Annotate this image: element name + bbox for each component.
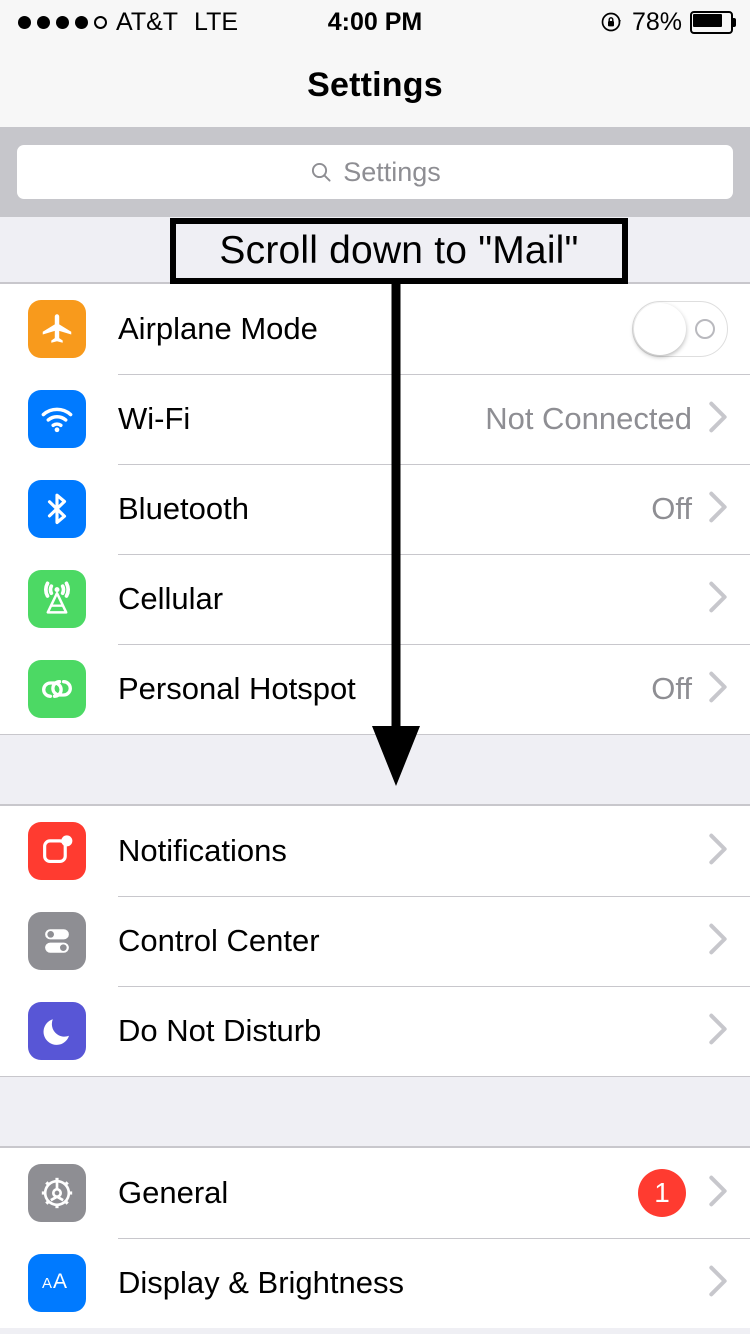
settings-row-label: Wi-Fi bbox=[118, 401, 191, 436]
settings-group-system: General 1 A A Display & Brightness bbox=[0, 1147, 750, 1328]
battery-percent-label: 78% bbox=[631, 7, 682, 36]
group-separator bbox=[0, 734, 750, 805]
chevron-right-icon bbox=[708, 832, 750, 871]
settings-row-value: Off bbox=[651, 491, 692, 526]
settings-row-label: Bluetooth bbox=[118, 491, 249, 526]
settings-row-general[interactable]: General 1 bbox=[0, 1148, 750, 1238]
settings-group-alerts: Notifications Control Center Do Not Distur… bbox=[0, 805, 750, 1076]
settings-row-airplane-mode[interactable]: Airplane Mode bbox=[0, 284, 750, 374]
group-separator bbox=[0, 1076, 750, 1147]
status-bar-right: 78% bbox=[600, 8, 736, 37]
chevron-right-icon bbox=[708, 1012, 750, 1051]
settings-row-wi-fi[interactable]: Wi-Fi Not Connected bbox=[0, 374, 750, 464]
settings-group-connectivity: Airplane Mode Wi-Fi Not Connected Bluetooth… bbox=[0, 283, 750, 734]
search-bar-container: Settings bbox=[0, 127, 750, 217]
toggle-knob bbox=[634, 303, 686, 355]
chevron-right-icon bbox=[708, 1264, 750, 1303]
settings-row-label: General bbox=[118, 1175, 229, 1210]
status-badge: 1 bbox=[638, 1169, 686, 1217]
chevron-right-icon bbox=[708, 670, 750, 709]
chevron-right-icon bbox=[708, 1174, 750, 1213]
battery-icon bbox=[690, 10, 736, 34]
settings-row-notifications[interactable]: Notifications bbox=[0, 806, 750, 896]
settings-row-label: Cellular bbox=[118, 581, 224, 616]
chevron-right-icon bbox=[708, 400, 750, 439]
search-icon bbox=[309, 160, 333, 184]
settings-row-label: Control Center bbox=[118, 923, 320, 958]
wifi-icon bbox=[28, 390, 86, 448]
chevron-right-icon bbox=[708, 922, 750, 961]
chevron-right-icon bbox=[708, 580, 750, 619]
settings-row-cellular[interactable]: Cellular bbox=[0, 554, 750, 644]
settings-row-value: Not Connected bbox=[485, 401, 692, 436]
settings-row-label: Airplane Mode bbox=[118, 311, 318, 346]
search-placeholder: Settings bbox=[343, 156, 441, 187]
settings-row-label: Personal Hotspot bbox=[118, 671, 356, 706]
svg-text:A: A bbox=[42, 1275, 52, 1292]
control-center-icon bbox=[28, 912, 86, 970]
settings-row-personal-hotspot[interactable]: Personal Hotspot Off bbox=[0, 644, 750, 734]
rotation-lock-icon bbox=[600, 10, 624, 34]
svg-text:A: A bbox=[53, 1270, 67, 1293]
gear-icon bbox=[28, 1164, 86, 1222]
moon-icon bbox=[28, 1002, 86, 1060]
settings-list[interactable]: Airplane Mode Wi-Fi Not Connected Bluetooth… bbox=[0, 217, 750, 1328]
phone-screen: AT&T LTE 4:00 PM 78% Settings Settings A… bbox=[0, 0, 750, 1334]
settings-row-label: Display & Brightness bbox=[118, 1265, 405, 1300]
settings-row-display-brightness[interactable]: A A Display & Brightness bbox=[0, 1238, 750, 1328]
page-title: Settings bbox=[307, 66, 443, 104]
cellular-icon bbox=[28, 570, 86, 628]
settings-row-value: Off bbox=[651, 671, 692, 706]
toggle-off-indicator-icon bbox=[695, 319, 715, 339]
settings-row-label: Do Not Disturb bbox=[118, 1013, 322, 1048]
annotation-spacer bbox=[0, 217, 750, 283]
settings-row-label: Notifications bbox=[118, 833, 287, 868]
airplane-icon bbox=[28, 300, 86, 358]
notifications-icon bbox=[28, 822, 86, 880]
settings-row-control-center[interactable]: Control Center bbox=[0, 896, 750, 986]
settings-row-bluetooth[interactable]: Bluetooth Off bbox=[0, 464, 750, 554]
airplane-mode-toggle[interactable] bbox=[632, 301, 728, 357]
status-bar: AT&T LTE 4:00 PM 78% bbox=[0, 0, 750, 44]
navigation-bar: Settings bbox=[0, 44, 750, 127]
hotspot-icon bbox=[28, 660, 86, 718]
settings-row-do-not-disturb[interactable]: Do Not Disturb bbox=[0, 986, 750, 1076]
bluetooth-icon bbox=[28, 480, 86, 538]
text-size-icon: AA bbox=[28, 1254, 86, 1312]
search-input[interactable]: Settings bbox=[17, 145, 733, 199]
chevron-right-icon bbox=[708, 490, 750, 529]
